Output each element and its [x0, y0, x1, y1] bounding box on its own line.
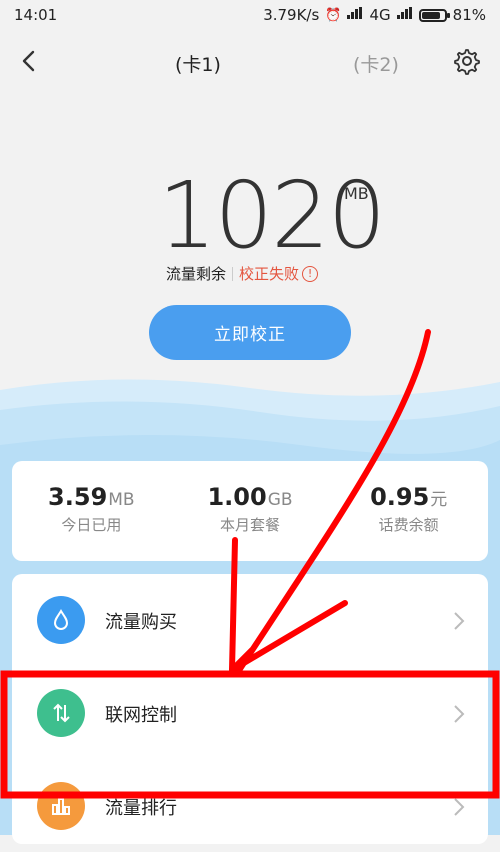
- chevron-right-icon: [454, 612, 465, 630]
- stat-unit: MB: [108, 490, 135, 510]
- status-time: 14:01: [14, 6, 58, 24]
- stat-label: 今日已用: [61, 516, 122, 534]
- battery-percent: 81%: [452, 6, 486, 24]
- stat-label: 话费余额: [378, 516, 439, 534]
- stat-label: 本月套餐: [220, 516, 281, 534]
- stat-balance[interactable]: 0.95元 话费余额: [329, 461, 488, 561]
- chevron-right-icon: [454, 798, 465, 816]
- remaining-status: 流量剩余 校正失败 !: [166, 263, 319, 284]
- menu-card: 流量购买 联网控制 流量排行: [12, 574, 488, 844]
- menu-item-label: 流量排行: [105, 798, 177, 819]
- chevron-left-icon: [22, 50, 35, 72]
- chevron-right-icon: [454, 705, 465, 723]
- droplet-icon: [37, 596, 85, 644]
- menu-item-label: 流量购买: [105, 612, 177, 633]
- tab-sim1[interactable]: (卡1): [175, 50, 221, 77]
- battery-icon: [418, 8, 450, 22]
- updown-arrows-icon: [37, 689, 85, 737]
- stat-unit: GB: [267, 490, 293, 510]
- menu-item-data-ranking[interactable]: 流量排行: [12, 760, 488, 852]
- calibration-fail-text: 校正失败: [239, 265, 300, 283]
- bar-chart-icon: [37, 782, 85, 830]
- alarm-icon: ⏰: [325, 7, 342, 23]
- stat-unit: 元: [430, 490, 448, 510]
- status-icons: 3.79K/s ⏰ 4G 81%: [263, 6, 486, 24]
- network-type: 4G: [369, 6, 391, 24]
- stat-today-used[interactable]: 3.59MB 今日已用: [12, 461, 171, 561]
- stat-value: 1.00: [207, 483, 267, 511]
- stat-value: 3.59: [48, 483, 108, 511]
- remaining-label: 流量剩余: [166, 265, 227, 283]
- signal-icon-2: [396, 7, 413, 23]
- settings-button[interactable]: [452, 46, 482, 76]
- gear-icon: [454, 49, 480, 75]
- menu-item-network-control[interactable]: 联网控制: [12, 667, 488, 759]
- remaining-unit: MB: [344, 184, 369, 203]
- tab-sim2[interactable]: (卡2): [353, 50, 399, 77]
- usage-stats-card: 3.59MB 今日已用 1.00GB 本月套餐 0.95元 话费余额: [12, 461, 488, 561]
- stat-value: 0.95: [370, 483, 430, 511]
- menu-item-buy-data[interactable]: 流量购买: [12, 574, 488, 666]
- network-speed: 3.79K/s: [263, 6, 320, 24]
- menu-item-label: 联网控制: [105, 705, 177, 726]
- warning-icon: !: [302, 265, 319, 282]
- signal-icon: [347, 7, 363, 23]
- status-bar: 14:01 3.79K/s ⏰ 4G 81%: [0, 0, 500, 30]
- divider: [232, 266, 234, 281]
- stat-monthly-plan[interactable]: 1.00GB 本月套餐: [171, 461, 330, 561]
- top-bar: (卡1) (卡2): [0, 40, 500, 84]
- calibrate-now-button[interactable]: 立即校正: [149, 305, 351, 360]
- back-button[interactable]: [14, 46, 44, 76]
